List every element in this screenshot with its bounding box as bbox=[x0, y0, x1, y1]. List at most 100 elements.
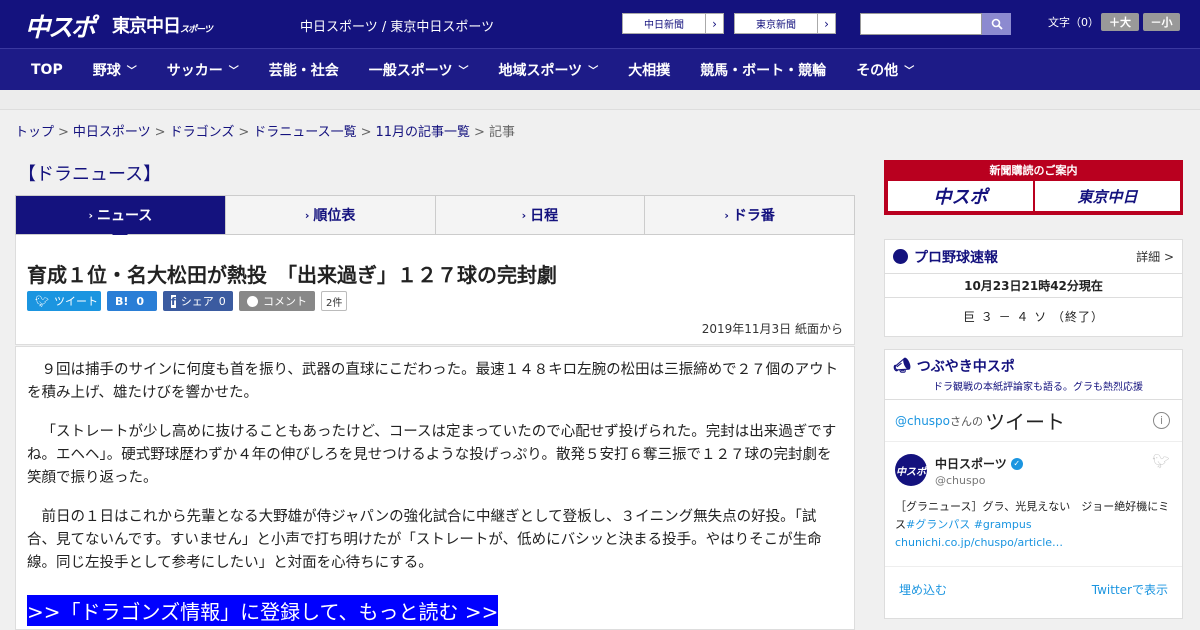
baseball-panel-title: プロ野球速報 bbox=[914, 249, 998, 266]
tweet-button[interactable]: 🐦︎ ツイート bbox=[27, 291, 101, 311]
tweet-url-link[interactable]: chunichi.co.jp/chuspo/article… bbox=[895, 536, 1063, 549]
nav-baseball[interactable]: 野球 ﹀ bbox=[93, 60, 137, 80]
article-body: ９回は捕手のサインに何度も首を振り、武器の直球にこだわった。最速１４８キロ左腕の… bbox=[15, 346, 855, 630]
facebook-share-label: シェア bbox=[180, 295, 214, 308]
nav-label: 野球 bbox=[92, 62, 121, 79]
subscribe-chuspo-logo[interactable]: 中スポ bbox=[888, 181, 1033, 211]
embed-link[interactable]: 埋め込む bbox=[899, 581, 947, 598]
tab-label: 順位表 bbox=[313, 208, 356, 224]
chevron-right-icon: › bbox=[705, 14, 723, 33]
tab-schedule[interactable]: › 日程 bbox=[436, 196, 646, 234]
hashtag-link[interactable]: #grampus bbox=[974, 518, 1032, 531]
san-text: さんの bbox=[950, 414, 984, 428]
nav-label: その他 bbox=[856, 62, 899, 79]
chevron-right-icon: › bbox=[817, 14, 835, 33]
baseball-score-panel: プロ野球速報 詳細 > 10月23日21時42分現在 巨 ３ － ４ ソ （終了… bbox=[884, 239, 1183, 337]
nav-sumo[interactable]: 大相撲 bbox=[628, 60, 670, 80]
avatar[interactable]: 中スポ bbox=[895, 454, 927, 486]
chevron-down-icon: ﹀ bbox=[904, 66, 915, 77]
tab-label: 日程 bbox=[530, 208, 559, 224]
comment-button[interactable]: コメント bbox=[239, 291, 315, 311]
view-on-twitter-link[interactable]: Twitterで表示 bbox=[1092, 581, 1168, 598]
breadcrumb-top[interactable]: トップ bbox=[15, 125, 54, 140]
breadcrumb: トップ > 中日スポーツ > ドラゴンズ > ドラニュース一覧 >11月の記事一覧 > 記事 bbox=[15, 125, 515, 140]
nav-entertainment[interactable]: 芸能・社会 bbox=[269, 60, 339, 80]
twitter-bird-icon: 🐦︎ bbox=[35, 294, 49, 308]
twitter-panel-header: 📣︎ つぶやき中スポ ドラ観戦の本紙評論家も語る。グラも熱烈応援 bbox=[885, 350, 1182, 400]
hatena-count: 0 bbox=[136, 294, 145, 308]
tweet-author-name[interactable]: 中日スポーツ bbox=[935, 455, 1007, 472]
twitter-panel-footer: 埋め込む Twitterで表示 bbox=[885, 567, 1182, 611]
tokyo-shimbun-label: 東京新聞 bbox=[756, 20, 796, 31]
breadcrumb-doranews-list[interactable]: ドラニュース一覧 bbox=[253, 125, 356, 140]
tweet-item[interactable]: 中スポ 中日スポーツ ✓ @chuspo 🐦︎ ［グラニュース］グラ、光見えない … bbox=[885, 442, 1182, 567]
share-buttons: 🐦︎ ツイート B! 0 f シェア 0 コメント 2件 bbox=[27, 291, 348, 311]
breadcrumb-chuspo[interactable]: 中日スポーツ bbox=[73, 125, 151, 140]
tab-standings[interactable]: › 順位表 bbox=[226, 196, 436, 234]
tokyo-logo-text: 東京中日 bbox=[112, 16, 181, 37]
nav-soccer[interactable]: サッカー ﹀ bbox=[167, 60, 239, 80]
article-headline: 育成１位・名大松田が熱投 「出来過ぎ」１２７球の完封劇 bbox=[27, 263, 557, 287]
nav-top[interactable]: TOP bbox=[31, 62, 63, 78]
chevron-down-icon: ﹀ bbox=[228, 66, 239, 77]
sub-bar bbox=[0, 90, 1200, 110]
tweet-author: 中日スポーツ ✓ bbox=[935, 455, 1023, 472]
subscription-banner[interactable]: 新聞購読のご案内 中スポ 東京中日 bbox=[884, 160, 1183, 215]
tweet-label: ツイート bbox=[53, 295, 98, 308]
tab-label: ドラ番 bbox=[732, 208, 775, 224]
baseball-panel-header: プロ野球速報 詳細 > bbox=[885, 240, 1182, 274]
facebook-share-button[interactable]: f シェア 0 bbox=[163, 291, 233, 311]
section-tabs: › ニュース › 順位表 › 日程 › ドラ番 bbox=[15, 195, 855, 242]
tokyo-shimbun-button[interactable]: 東京新聞 › bbox=[734, 13, 836, 34]
search-button[interactable] bbox=[982, 13, 1011, 35]
main-nav: TOP 野球 ﹀ サッカー ﹀ 芸能・社会 一般スポーツ ﹀ 地域スポーツ ﹀ 大相撲 … bbox=[0, 48, 1200, 90]
breadcrumb-november-list[interactable]: 11月の記事一覧 bbox=[376, 125, 471, 140]
nav-label: 競馬・ボート・競輪 bbox=[700, 62, 827, 79]
speech-bubble-icon bbox=[247, 295, 258, 307]
facebook-icon: f bbox=[171, 294, 176, 308]
nav-label: 大相撲 bbox=[628, 62, 671, 79]
nav-local-sports[interactable]: 地域スポーツ ﹀ bbox=[498, 60, 598, 80]
tweet-username[interactable]: @chuspo bbox=[935, 474, 985, 487]
nav-label: 一般スポーツ bbox=[368, 62, 453, 79]
site-links[interactable]: 中日スポーツ / 東京中日スポーツ bbox=[300, 16, 494, 35]
tweets-label: ツイート bbox=[985, 410, 1066, 434]
score-timestamp: 10月23日21時42分現在 bbox=[885, 274, 1182, 298]
nav-label: サッカー bbox=[166, 62, 223, 79]
nav-label: TOP bbox=[31, 61, 63, 78]
article-paragraph: 前日の１日はこれから先輩となる大野雄が侍ジャパンの強化試合に中継ぎとして登板し、… bbox=[27, 509, 822, 571]
nav-label: 芸能・社会 bbox=[268, 62, 339, 79]
search-input[interactable] bbox=[860, 13, 982, 35]
info-icon[interactable]: i bbox=[1153, 412, 1170, 429]
register-read-more-link[interactable]: >>「ドラゴンズ情報」に登録して、もっと読む >> bbox=[27, 595, 499, 626]
article-paragraph: ９回は捕手のサインに何度も首を振り、武器の直球にこだわった。最速１４８キロ左腕の… bbox=[27, 362, 839, 401]
font-size-label: 文字（0） bbox=[1048, 16, 1099, 29]
nav-general-sports[interactable]: 一般スポーツ ﹀ bbox=[369, 60, 469, 80]
tweets-by-header: @chuspo さんの ツイート i bbox=[885, 400, 1182, 442]
hashtag-link[interactable]: #グランパス bbox=[906, 518, 970, 531]
tokyo-chunichi-logo[interactable]: 東京中日スポーツ bbox=[112, 12, 213, 38]
subscribe-tokyo-logo[interactable]: 東京中日 bbox=[1035, 181, 1180, 211]
chevron-down-icon: ﹀ bbox=[588, 66, 599, 77]
twitter-handle-link[interactable]: @chuspo bbox=[895, 414, 950, 428]
comment-label: コメント bbox=[263, 295, 307, 308]
baseball-detail-link[interactable]: 詳細 > bbox=[1136, 248, 1174, 265]
chuspo-logo[interactable]: 中スポ bbox=[25, 8, 96, 44]
nav-other[interactable]: その他 ﹀ bbox=[856, 60, 914, 80]
font-larger-button[interactable]: ＋大 bbox=[1101, 13, 1139, 31]
chunichi-shimbun-button[interactable]: 中日新聞 › bbox=[622, 13, 724, 34]
nav-racing[interactable]: 競馬・ボート・競輪 bbox=[700, 60, 826, 80]
breadcrumb-dragons[interactable]: ドラゴンズ bbox=[170, 125, 235, 140]
tab-news[interactable]: › ニュース bbox=[16, 196, 226, 242]
hatena-icon: B! bbox=[115, 294, 129, 308]
tab-doraban[interactable]: › ドラ番 bbox=[645, 196, 854, 234]
hatena-bookmark-button[interactable]: B! 0 bbox=[107, 291, 157, 311]
twitter-panel-subtitle: ドラ観戦の本紙評論家も語る。グラも熱烈応援 bbox=[933, 382, 1143, 393]
twitter-bird-icon: 🐦︎ bbox=[1152, 454, 1170, 470]
font-smaller-button[interactable]: －小 bbox=[1143, 13, 1180, 31]
chevron-right-icon: › bbox=[724, 208, 729, 222]
chunichi-shimbun-label: 中日新聞 bbox=[644, 20, 684, 31]
chevron-right-icon: › bbox=[521, 208, 527, 222]
game-score[interactable]: 巨 ３ － ４ ソ （終了） bbox=[885, 298, 1182, 336]
tokyo-logo-small: スポーツ bbox=[180, 25, 213, 35]
